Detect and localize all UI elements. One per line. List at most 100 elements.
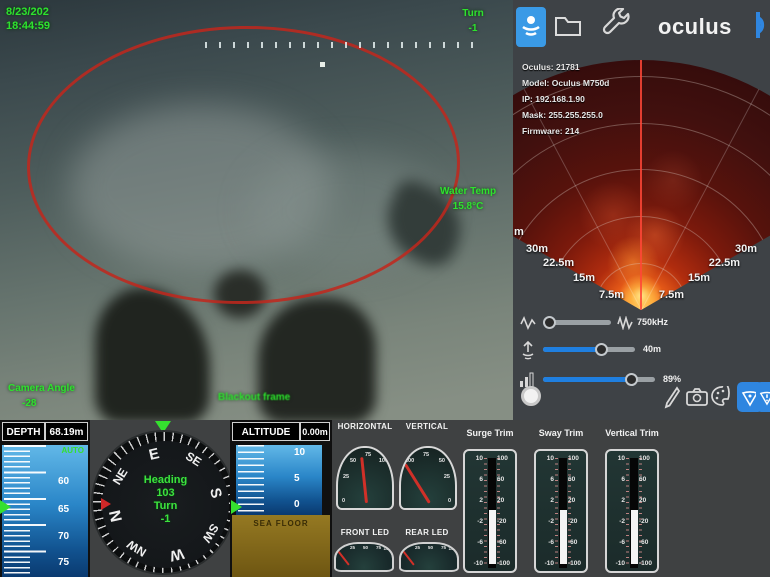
trim-tick: -6 [467,539,483,546]
wrench-settings-icon[interactable] [601,8,633,42]
oculus-logo: oculus [658,14,732,40]
palette-icon[interactable] [711,386,733,406]
osd-turn-label: Turn [445,8,501,19]
heading-label: Heading [93,474,238,487]
trim-tick: 2 [467,497,483,504]
gauge-tick: 50 [439,458,445,464]
trim-bar [560,510,567,564]
trim-tick: 100 [568,455,584,462]
depth-tick-label: 75 [58,557,69,568]
range-label: 15m [688,272,710,284]
trim-tick: 6 [538,476,554,483]
trim-tick: -2 [538,518,554,525]
range-slider-knob[interactable] [595,343,608,356]
trim-tick: 6 [467,476,483,483]
range-label: 30m [526,243,548,255]
sonar-info-line: Firmware: 214 [522,126,579,136]
gain-slider-knob[interactable] [625,373,638,386]
trim-tick: 10 [538,455,554,462]
front-led-label: FRONT LED [330,528,400,537]
sonar-info-line: Mask: 255.255.255.0 [522,110,603,120]
rov-control-app: 8/23/202 18:44:59 Turn -1 Water Temp 15.… [0,0,770,577]
range-value: 40m [643,344,661,354]
trim-tick: -6 [538,539,554,546]
frequency-slider-knob[interactable] [543,316,556,329]
led-tick: 25 [415,545,420,550]
range-slider-fill [543,347,601,352]
trim-tick: -100 [568,560,584,567]
sonar-alert-button[interactable] [756,382,770,412]
horizontal-gauge-label: HORIZONTAL [330,422,400,431]
range-label-edge: m [514,226,524,238]
camera-feed: 8/23/202 18:44:59 Turn -1 Water Temp 15.… [0,0,513,420]
compass-turn-value: -1 [93,513,238,526]
trim-tick: -20 [568,518,584,525]
frequency-value: 750kHz [637,317,668,327]
led-tick: 50 [428,545,433,550]
front-led-gauge: 0 25 50 75 100 [334,542,394,572]
silhouette-left [95,288,210,420]
sonar-mode-button[interactable] [516,7,546,47]
sonar-info-line: Oculus: 21781 [522,62,580,72]
instrument-bar: DEPTH 68.19m AUTO 60 65 70 75 80 N NE E … [0,420,770,577]
depth-value: 68.19m [45,422,88,441]
sway-trim-gauge: 10 6 2 -2 -6 -10 100 60 20 -20 -60 -100 [534,449,588,573]
range-label: 7.5m [659,289,684,301]
blueprint-logo-partial [756,10,770,40]
range-label: 7.5m [599,289,624,301]
horizontal-needle [360,457,368,503]
trim-tick: -20 [497,518,513,525]
gauge-tick: 0 [448,498,451,504]
trim-tick: 10 [467,455,483,462]
trim-tick: -100 [497,560,513,567]
gain-value: 89% [663,374,681,384]
trim-bar [489,510,496,564]
depth-tick-label: 65 [58,504,69,515]
seafloor-label: SEA FLOOR [232,519,330,528]
compass: N NE E SE S SW W NW Heading 103 Turn -1 [91,430,236,575]
trim-tick: 20 [568,497,584,504]
osd-date: 8/23/202 [6,6,49,18]
trim-tick: 60 [639,476,655,483]
gauge-tick: 100 [379,458,388,464]
sonar-info-line: Model: Oculus M750d [522,78,609,88]
trim-tick: 60 [568,476,584,483]
sonar-info-line: IP: 192.168.1.90 [522,94,585,104]
center-bearing-line [640,60,642,310]
gauge-tick: 25 [444,474,450,480]
osd-camera-angle-value: -28 [22,398,36,409]
led-tick: 100 [448,546,456,551]
rear-led-needle [401,549,415,566]
altitude-label: ALTITUDE [232,422,300,441]
osd-time: 18:44:59 [6,20,50,32]
range-icon [520,340,536,360]
trim-tick: -10 [538,560,554,567]
trim-tick: 2 [609,497,625,504]
depth-tick-label: 60 [58,476,69,487]
record-indicator-icon[interactable] [521,386,541,406]
front-led-needle [336,549,350,566]
measure-pencil-icon[interactable] [663,385,681,409]
frequency-icon-high [617,316,633,330]
altitude-tick-label: 5 [294,473,300,484]
led-tick: 25 [350,545,355,550]
folder-icon[interactable] [553,10,583,40]
compass-turn-label: Turn [93,500,238,513]
trim-tick: -100 [639,560,655,567]
trim-tick: -2 [609,518,625,525]
trim-tick: 20 [639,497,655,504]
range-label: 30m [735,243,757,255]
gauge-tick: 75 [365,452,371,458]
altitude-pointer [231,500,242,514]
led-tick: 100 [383,546,391,551]
osd-frame-note: Blackout frame [218,392,290,403]
trim-tick: 20 [497,497,513,504]
trim-tick: 60 [497,476,513,483]
trim-tick: -6 [609,539,625,546]
compass-readout: Heading 103 Turn -1 [93,474,238,526]
trim-tick: -20 [639,518,655,525]
range-label: 22.5m [543,257,574,269]
depth-tick-label: 70 [58,531,69,542]
snapshot-camera-icon[interactable] [686,388,708,406]
vertical-trim-gauge: 10 6 2 -2 -6 -10 100 60 20 -20 -60 -100 [605,449,659,573]
